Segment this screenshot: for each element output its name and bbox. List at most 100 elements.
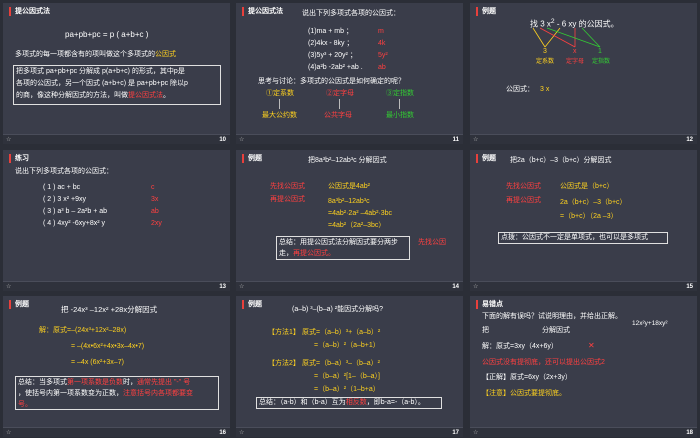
step-find: 先找公因式 <box>270 183 305 190</box>
slide-title: 例题 <box>482 155 496 162</box>
item-answer: 2xy <box>151 220 162 227</box>
step-exponent: ③定指数 <box>386 90 414 97</box>
slide-10[interactable]: 提公因式法 pa+pb+pc = p ( a+b+c ) 多项式的每一项都含有的… <box>3 3 230 144</box>
item-expr: ( 1 ) ac + bc <box>43 184 81 191</box>
arrow-down <box>279 99 280 109</box>
step-extract: 再提公因式 <box>270 196 305 203</box>
step-coefficient: ①定系数 <box>266 90 294 97</box>
result-gcd: 最大公约数 <box>262 112 297 119</box>
slide-11[interactable]: 提公因式法 说出下列多项式各项的公因式： (1)ma + mb ； m (2)4… <box>236 3 463 144</box>
note: 点拨：公因式不一定是单项式，也可以是多项式 <box>501 234 648 241</box>
slide-number: 12 <box>686 137 693 143</box>
summary-line-2: ，使括号内第一项系数变为正数，注意括号内各项都要变 <box>18 390 193 397</box>
slide-header: 练习 <box>3 150 230 164</box>
slide-title: 例题 <box>15 301 29 308</box>
slide-header: 例题 <box>470 3 697 17</box>
label-exponent-value: 1 <box>598 48 602 55</box>
slide-footer: ☆ 18 <box>470 427 697 437</box>
slide-13[interactable]: 练习 说出下列多项式各项的公因式： ( 1 ) ac + bc c ( 2 ) … <box>3 150 230 291</box>
label-letter-value: x <box>573 48 577 55</box>
step-find: 先找公因式 <box>506 183 541 190</box>
star-icon: ☆ <box>473 284 479 290</box>
star-icon: ☆ <box>239 430 245 436</box>
slide-footer: ☆ 17 <box>236 427 463 437</box>
expr-line-3: =4ab²（2a²–3bc） <box>328 222 386 229</box>
slide-number: 13 <box>219 284 226 290</box>
method-1-line-1: 原式=（a–b）³+（a–b）² <box>302 329 381 336</box>
slide-footer: ☆ 12 <box>470 134 697 144</box>
cross-icon: ✕ <box>588 341 595 350</box>
star-icon: ☆ <box>473 430 479 436</box>
star-icon: ☆ <box>239 284 245 290</box>
think-question: 思考与讨论：多项式的公因式是如何确定的呢？ <box>258 78 405 85</box>
slide-number: 15 <box>686 284 693 290</box>
star-icon: ☆ <box>6 284 12 290</box>
slide-18[interactable]: 易错点 下面的解有误吗？试说明理由，并给出正解。 12x²y+18xy² 把 分… <box>470 296 697 437</box>
expr-line-1: 8a³b²–12ab³c <box>328 198 370 205</box>
box-line-2: 各项的公因式，另一个因式 (a+b+c) 是 pa+pb+pc 除以p <box>16 80 188 87</box>
error-reason: 公因式没有提彻底，还可以提出公因式2 <box>482 359 605 366</box>
item-expr: (2)4kx - 8ky ； <box>308 40 354 47</box>
solution-line-2: = –(4x•6x²+4x•3x–4x•7) <box>71 343 145 350</box>
slide-title: 易错点 <box>482 301 503 308</box>
slide-17[interactable]: 例题 (a–b) ³–(b–a) ²能因式分解吗? 【方法1】 原式=（a–b）… <box>236 296 463 437</box>
slide-12[interactable]: 例题 找 3 x2 - 6 xy 的公因式。 3 x 1 定系数 定字母 定指数… <box>470 3 697 144</box>
item-expr: ( 3 ) a³ b – 2a²b + ab <box>43 208 108 215</box>
item-expr: ( 2 ) 3 x² +9xy <box>43 196 86 203</box>
summary-line-1: 总结：用提公因式法分解因式要分两步 <box>279 239 398 246</box>
slide-footer: ☆ 10 <box>3 134 230 144</box>
slide-15[interactable]: 例题 把2a（b+c）–3（b+c）分解因式 先找公因式 公因式是（b+c） 再… <box>470 150 697 291</box>
item-answer: c <box>151 184 155 191</box>
item-answer: m <box>378 28 384 35</box>
arrow-down <box>399 99 400 109</box>
slide-title: 例题 <box>482 8 496 15</box>
formula: pa+pb+pc = p ( a+b+c ) <box>65 30 149 39</box>
method-2-label: 【方法2】 <box>268 360 300 367</box>
answer-label: 公因式： <box>506 86 534 93</box>
slide-footer: ☆ 14 <box>236 281 463 291</box>
slide-title: 提公因式法 <box>15 8 50 15</box>
slide-16[interactable]: 例题 把 -24x³ –12x² +28x分解因式 解：原式=–(24x³+12… <box>3 296 230 437</box>
slide-number: 10 <box>219 137 226 143</box>
item-answer: 4k <box>378 40 386 47</box>
question-expression: 12x²y+18xy² <box>632 320 668 327</box>
step-find-value: 公因式是4ab² <box>328 183 371 190</box>
star-icon: ☆ <box>473 137 479 143</box>
answer-value: 3 x <box>540 86 550 93</box>
star-icon: ☆ <box>239 137 245 143</box>
slide-14[interactable]: 例题 把8a³b²–12ab³c 分解因式 先找公因式 公因式是4ab² 再提公… <box>236 150 463 291</box>
question: 把8a³b²–12ab³c 分解因式 <box>308 157 387 164</box>
question-line-2a: 把 <box>482 327 489 334</box>
slide-number: 17 <box>452 430 459 436</box>
method-1-line-2: =（a–b）²（a–b+1） <box>314 342 380 349</box>
item-expr: (3)5y³ + 20y² ； <box>308 52 357 59</box>
wrong-solution: 解：原式=3xy（4x+6y） <box>482 343 558 350</box>
item-expr: ( 4 ) 4xy² -6xy+8x² y <box>43 220 106 227</box>
item-answer: ab <box>151 208 159 215</box>
caption-exponent: 定指数 <box>592 59 611 65</box>
question-line-2b: 分解因式 <box>542 327 570 334</box>
method-2-line-3: =（b–a）²（1–b+a） <box>314 386 380 393</box>
star-icon: ☆ <box>6 137 12 143</box>
question: (a–b) ³–(b–a) ²能因式分解吗? <box>292 306 384 313</box>
slide-number: 16 <box>219 430 226 436</box>
solution-line-1: 解：原式=–(24x³+12x²–28x) <box>39 327 127 334</box>
step-letter: ②定字母 <box>326 90 354 97</box>
box-line-3: 的商，像这种分解因式的方法，叫做提公因式法。 <box>16 92 170 99</box>
item-expr: (1)ma + mb ； <box>308 28 353 35</box>
arrow-down <box>339 99 340 109</box>
slide-title: 例题 <box>248 155 262 162</box>
item-answer: 3x <box>151 196 159 203</box>
slide-grid: 提公因式法 pa+pb+pc = p ( a+b+c ) 多项式的每一项都含有的… <box>0 0 700 438</box>
method-1-label: 【方法1】 <box>268 329 300 336</box>
step-find-value: 公因式是（b+c） <box>560 183 614 190</box>
slide-header: 易错点 <box>470 296 697 310</box>
expr-line-1: 2a（b+c）–3（b+c） <box>560 199 627 206</box>
slide-title: 练习 <box>15 155 29 162</box>
summary: 总结：（a-b）和（b-a）互为相反数，即b-a=-（a-b）。 <box>259 399 425 406</box>
star-icon: ☆ <box>6 430 12 436</box>
result-min-exponent: 最小指数 <box>386 112 414 119</box>
summary-line-1: 总结：当多项式第一项系数是负数时，通常先提出 "-" 号 <box>18 379 191 386</box>
summary-line-2: 走，再提公因式。 <box>279 250 335 257</box>
expr-line-2: =4ab²·2a² –4ab²·3bc <box>328 210 393 217</box>
